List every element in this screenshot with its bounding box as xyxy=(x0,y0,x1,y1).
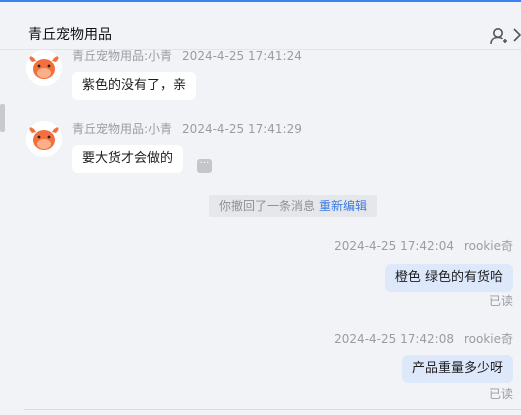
message-time: 2024-4-25 17:41:29 xyxy=(182,122,302,136)
scrollbar-thumb[interactable] xyxy=(0,104,5,132)
message-text: 紫色的没有了，亲 xyxy=(82,78,187,93)
cow-avatar-icon xyxy=(26,121,62,157)
message-time: 2024-4-25 17:41:24 xyxy=(182,49,302,63)
read-status: 已读 xyxy=(488,294,513,308)
message-meta: 青丘宠物用品:小青 2024-4-25 17:41:29 xyxy=(72,122,302,136)
sender-name: 青丘宠物用品:小青 xyxy=(72,49,173,63)
sender-name: rookie奇 xyxy=(463,239,513,253)
message-bubble[interactable]: 紫色的没有了，亲 xyxy=(72,72,197,100)
read-status: 已读 xyxy=(488,387,513,401)
chat-header: 青丘宠物用品 xyxy=(0,2,521,50)
avatar[interactable] xyxy=(26,121,62,157)
more-icon[interactable]: ··· xyxy=(197,159,212,173)
shop-title: 青丘宠物用品 xyxy=(28,27,112,43)
message-bubble[interactable]: 产品重量多少呀 xyxy=(401,355,513,383)
recall-text: 你撤回了一条消息 xyxy=(219,199,316,213)
message-time: 2024-4-25 17:42:04 xyxy=(334,239,454,253)
message-text: 要大货才会做的 xyxy=(82,151,174,166)
message-time: 2024-4-25 17:42:08 xyxy=(334,332,454,346)
cow-avatar-icon xyxy=(26,50,62,86)
chevron-right-icon[interactable] xyxy=(513,28,521,42)
message-text: 产品重量多少呀 xyxy=(411,361,503,376)
sender-name: rookie奇 xyxy=(463,332,513,346)
sender-name: 青丘宠物用品:小青 xyxy=(72,122,173,136)
message-bubble[interactable]: 橙色 绿色的有货哈 xyxy=(384,264,513,292)
message-meta: 2024-4-25 17:42:04 rookie奇 xyxy=(334,239,513,253)
re-edit-link[interactable]: 重新编辑 xyxy=(319,199,367,213)
user-icon[interactable] xyxy=(489,26,509,46)
message-meta: 青丘宠物用品:小青 2024-4-25 17:41:24 xyxy=(72,49,302,63)
message-text: 橙色 绿色的有货哈 xyxy=(394,270,503,285)
divider xyxy=(24,409,521,410)
message-bubble[interactable]: 要大货才会做的 xyxy=(72,145,184,173)
avatar[interactable] xyxy=(26,50,62,86)
message-meta: 2024-4-25 17:42:08 rookie奇 xyxy=(334,332,513,346)
recall-notice: 你撤回了一条消息 重新编辑 xyxy=(209,195,378,217)
